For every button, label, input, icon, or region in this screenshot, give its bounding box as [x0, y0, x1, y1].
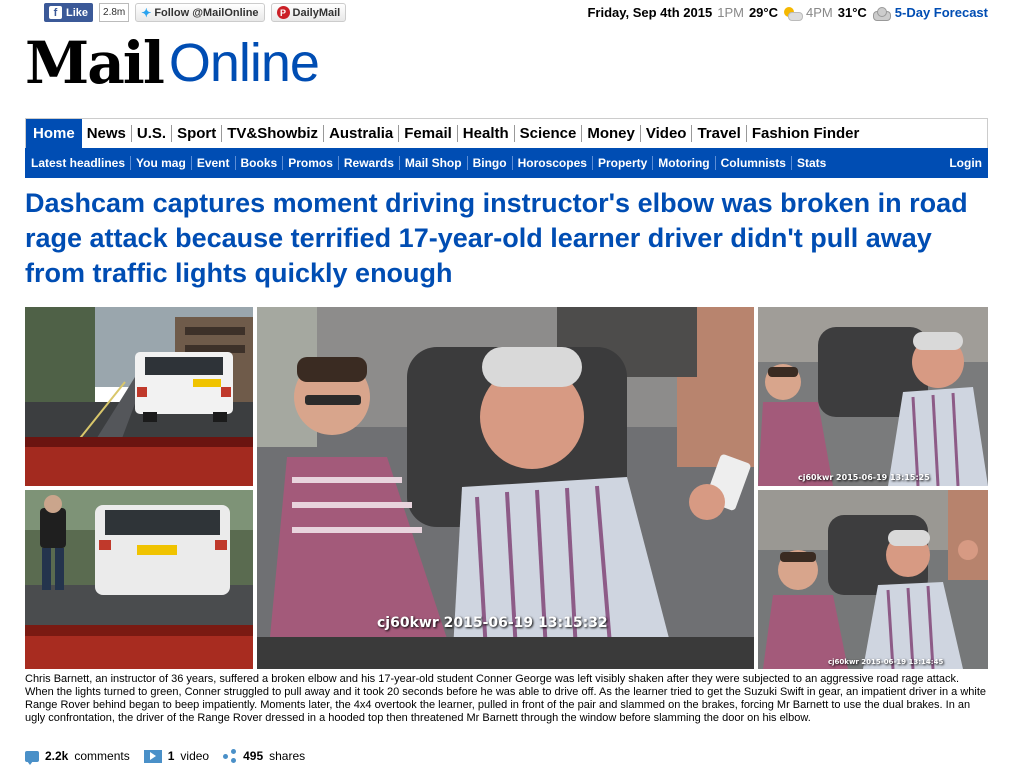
subnav-rewards[interactable]: Rewards	[339, 156, 400, 170]
logo-online-text: Online	[168, 33, 320, 93]
weather-widget: Friday, Sep 4th 2015 1PM 29°C 4PM 31°C 5…	[587, 5, 988, 21]
subnav-you-mag[interactable]: You mag	[131, 156, 192, 170]
nav-sport[interactable]: Sport	[172, 125, 223, 142]
nav-science[interactable]: Science	[515, 125, 583, 142]
facebook-like-button[interactable]: f Like	[44, 3, 94, 22]
car-interior-right-bottom-image	[758, 490, 988, 669]
login-link[interactable]: Login	[949, 156, 982, 170]
car-interior-right-top-image	[758, 307, 988, 486]
main-image-timestamp: cj60kwr 2015-06-19 13:15:32	[377, 615, 608, 631]
top-bar: f Like 2.8m ✦ Follow @MailOnline P Daily…	[0, 0, 1024, 26]
nav-fashion-finder[interactable]: Fashion Finder	[747, 125, 865, 142]
nav-australia[interactable]: Australia	[324, 125, 400, 142]
subnav-motoring[interactable]: Motoring	[653, 156, 716, 170]
video-icon[interactable]	[143, 749, 162, 763]
mailonline-logo[interactable]: Mail Online	[25, 29, 320, 97]
pinterest-follow-label: DailyMail	[292, 6, 341, 19]
nav-us[interactable]: U.S.	[132, 125, 173, 142]
photo-range-rover-road[interactable]	[25, 307, 253, 486]
video-label[interactable]: video	[180, 749, 209, 763]
nav-money[interactable]: Money	[582, 125, 641, 142]
photo-range-rover-driver[interactable]	[25, 490, 253, 669]
nav-home[interactable]: Home	[26, 119, 82, 148]
nav-health[interactable]: Health	[458, 125, 515, 142]
facebook-icon: f	[49, 6, 62, 19]
facebook-like-count: 2.8m	[99, 3, 130, 22]
cloud-icon	[872, 6, 891, 21]
article-stats: 2.2k comments 1 video 495 shares	[25, 749, 305, 765]
weather-temp-2: 31°C	[837, 5, 867, 20]
sub-navigation: Latest headlines You mag Event Books Pro…	[25, 148, 988, 178]
nav-tv-showbiz[interactable]: TV&Showbiz	[222, 125, 325, 142]
nav-news[interactable]: News	[82, 125, 132, 142]
subnav-columnists[interactable]: Columnists	[716, 156, 792, 170]
subnav-property[interactable]: Property	[593, 156, 654, 170]
right-top-image-timestamp: cj60kwr 2015-06-19 13:15:25	[798, 473, 930, 482]
shares-count[interactable]: 495	[243, 749, 263, 763]
five-day-forecast-link[interactable]: 5-Day Forecast	[895, 5, 988, 20]
sun-cloud-icon	[783, 6, 803, 21]
range-rover-driver-image	[25, 490, 253, 669]
photo-car-interior-right-top[interactable]: cj60kwr 2015-06-19 13:15:25	[758, 307, 988, 486]
photo-car-interior-main[interactable]: cj60kwr 2015-06-19 13:15:32	[257, 307, 754, 669]
comments-icon[interactable]	[25, 750, 39, 765]
subnav-bingo[interactable]: Bingo	[468, 156, 513, 170]
social-buttons: f Like 2.8m ✦ Follow @MailOnline P Daily…	[44, 3, 347, 22]
twitter-follow-button[interactable]: ✦ Follow @MailOnline	[135, 3, 265, 22]
photo-car-interior-right-bottom[interactable]: cj60kwr 2015-06-19 13:14:45	[758, 490, 988, 669]
subnav-latest-headlines[interactable]: Latest headlines	[25, 156, 132, 170]
subnav-books[interactable]: Books	[236, 156, 284, 170]
shares-label[interactable]: shares	[269, 749, 305, 763]
subnav-stats[interactable]: Stats	[792, 156, 831, 170]
weather-temp-1: 29°C	[748, 5, 778, 20]
twitter-bird-icon: ✦	[141, 5, 152, 20]
facebook-like-label: Like	[66, 6, 89, 19]
right-bottom-image-timestamp: cj60kwr 2015-06-19 13:14:45	[828, 658, 944, 666]
share-icon[interactable]	[223, 749, 237, 763]
article-headline: Dashcam captures moment driving instruct…	[25, 188, 968, 288]
comments-count[interactable]: 2.2k	[45, 749, 68, 763]
nav-video[interactable]: Video	[641, 125, 693, 142]
weather-time-1: 1PM	[717, 5, 744, 20]
weather-time-2: 4PM	[806, 5, 833, 20]
image-caption: Chris Barnett, an instructor of 36 years…	[25, 673, 987, 724]
main-navigation: Home News U.S. Sport TV&Showbiz Australi…	[25, 118, 988, 148]
subnav-mail-shop[interactable]: Mail Shop	[400, 156, 468, 170]
subnav-horoscopes[interactable]: Horoscopes	[513, 156, 593, 170]
video-count[interactable]: 1	[168, 749, 175, 763]
nav-travel[interactable]: Travel	[692, 125, 747, 142]
logo-mail-text: Mail	[25, 29, 165, 97]
pinterest-icon: P	[276, 6, 290, 19]
pinterest-follow-button[interactable]: P DailyMail	[270, 3, 347, 22]
subnav-promos[interactable]: Promos	[283, 156, 339, 170]
subnav-event[interactable]: Event	[192, 156, 236, 170]
nav-femail[interactable]: Femail	[399, 125, 458, 142]
current-date: Friday, Sep 4th 2015	[587, 5, 713, 20]
range-rover-road-image	[25, 307, 253, 486]
comments-label[interactable]: comments	[74, 749, 129, 763]
twitter-follow-label: Follow @MailOnline	[154, 6, 259, 19]
